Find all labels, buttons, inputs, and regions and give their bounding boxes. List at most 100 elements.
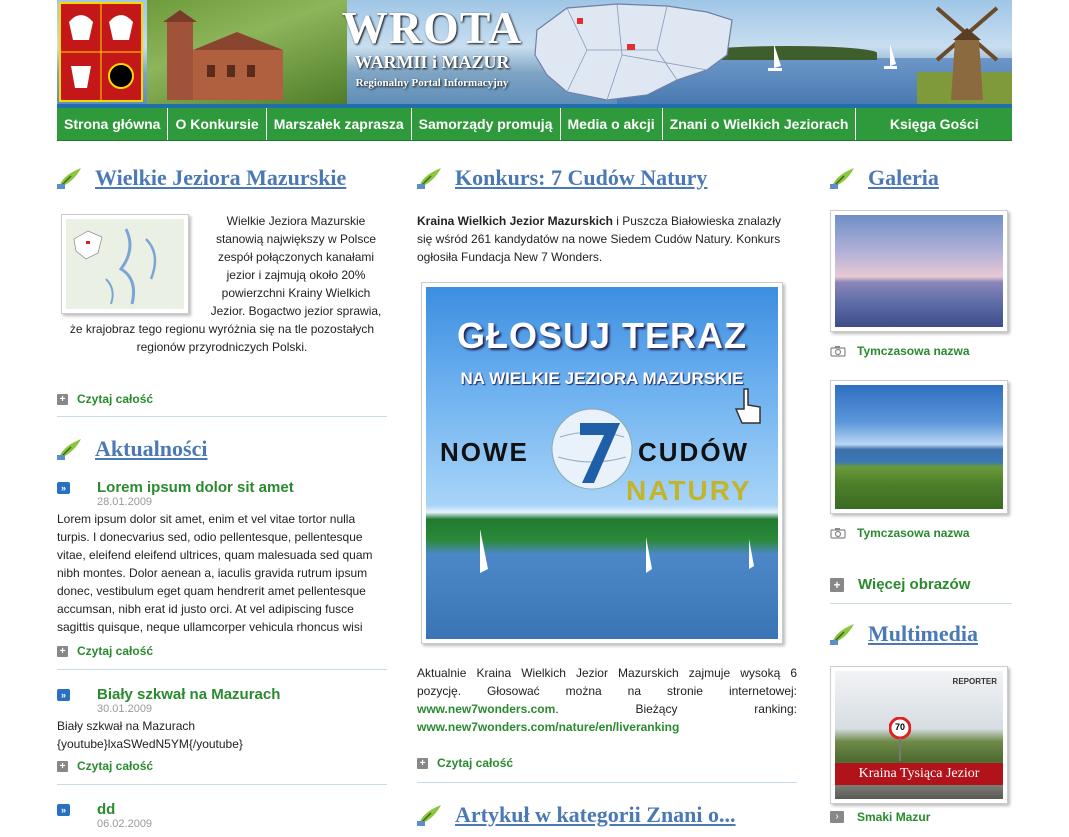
news-excerpt: Lorem ipsum dolor sit amet, enim et vel … [57,512,373,634]
left-column: Wielkie Jeziora Mazurskie Wielkie Jezior… [57,152,387,830]
ad-headline: GŁOSUJ TERAZ [456,315,747,356]
sailboat-icon [768,44,782,71]
arrow-bullet-icon: » [57,688,70,701]
news-item: » dd 06.02.2009 [57,801,387,830]
coat-of-arms [59,2,143,102]
castle-image [163,10,283,100]
plus-icon: + [57,645,68,657]
ad-word-right: CUDÓW [638,437,750,467]
sailboat-icon [480,529,488,573]
play-icon: › [830,811,844,823]
globe-7-icon [551,408,633,490]
feather-icon [57,168,81,189]
video-thumbnail[interactable]: REPORTER 70 Kraina Tysiąca Jezior [830,666,1008,804]
read-more-link[interactable]: + Czytaj całość [57,392,387,406]
contest-paragraph: Aktualnie Kraina Wielkich Jezior Mazursk… [417,666,797,734]
divider [57,784,387,785]
gallery-image [835,215,1003,327]
sailboat-icon [749,539,754,569]
nav-media[interactable]: Media o akcji [561,108,663,140]
video-caption: Kraina Tysiąca Jezior [835,763,1003,785]
right-column: Galeria Tymczasowa nazwa Tymczasowa nazw… [830,152,1012,824]
camera-icon [830,528,846,539]
read-more-link[interactable]: + Czytaj całość [417,756,797,770]
gallery-image [835,385,1003,509]
feather-icon [417,168,441,189]
section-title-article[interactable]: Artykuł w kategorii Znani o... [455,802,736,828]
plus-icon: + [57,393,68,405]
speed-sign-value: 70 [894,722,905,732]
windmill-icon [935,6,999,100]
plus-icon: + [57,760,68,772]
divider [57,416,387,417]
site-brand: WROTA WARMII i MAZUR Regionalny Portal I… [317,4,547,90]
feather-icon [417,805,441,826]
gallery-thumbnail[interactable] [830,380,1008,514]
center-column: Konkurs: 7 Cudów Natury Kraina Wielkich … [417,152,797,833]
news-date: 06.02.2009 [97,818,153,830]
region-map [534,3,733,101]
video-badge: REPORTER [952,677,997,686]
gallery-thumbnail[interactable] [830,210,1008,332]
news-title[interactable]: Lorem ipsum dolor sit amet [97,479,294,496]
brand-subtitle: WARMII i MAZUR [354,52,510,72]
news-title[interactable]: dd [97,801,115,818]
section-header: Galeria [830,160,1012,196]
vote-banner[interactable]: GŁOSUJ TERAZ NA WIELKIE JEZIORA MAZURSKI… [421,282,783,644]
liveranking-link[interactable]: www.new7wonders.com/nature/en/liverankin… [417,720,679,734]
feather-icon [830,624,854,645]
camera-icon [830,346,846,357]
gallery-caption[interactable]: Tymczasowa nazwa [830,526,1012,540]
site-banner: WROTA WARMII i MAZUR Regionalny Portal I… [57,0,1012,104]
section-header: Aktualności [57,431,387,467]
ad-word-left: NOWE [440,437,529,467]
section-header: Multimedia [830,616,1012,652]
video-still: REPORTER 70 Kraina Tysiąca Jezior [835,671,1003,799]
feather-icon [830,168,854,189]
section-title-news[interactable]: Aktualności [95,436,207,462]
news-date: 28.01.2009 [97,496,153,508]
news-item: » Biały szkwał na Mazurach 30.01.2009 Bi… [57,686,387,773]
news-excerpt: Biały szkwał na Mazurach {youtube}lxaSWe… [57,719,243,751]
ad-subline: NA WIELKIE JEZIORA MAZURSKIE [460,369,744,388]
news-title[interactable]: Biały szkwał na Mazurach [97,686,280,703]
news-date: 30.01.2009 [97,703,153,715]
nav-o-konkursie[interactable]: O Konkursie [168,108,267,140]
news-item: » Lorem ipsum dolor sit amet 28.01.2009 … [57,479,387,658]
section-header: Wielkie Jeziora Mazurskie [57,160,387,196]
lakes-intro: Wielkie Jeziora Mazurskie stanowią najwi… [57,212,387,380]
contest-intro: Kraina Wielkich Jezior Mazurskich i Pusz… [417,214,782,264]
news-title-row: » Biały szkwał na Mazurach [57,686,387,703]
brand-tagline: Regionalny Portal Informacyjny [355,77,509,89]
section-header: Konkurs: 7 Cudów Natury [417,160,797,196]
nav-znani[interactable]: Znani o Wielkich Jeziorach [663,108,857,140]
arrow-bullet-icon: » [57,481,70,494]
read-more-link[interactable]: + Czytaj całość [57,759,387,773]
nav-marszalek[interactable]: Marszałek zaprasza [267,108,412,140]
nav-ksiega-gosci[interactable]: Księga Gości [856,108,1012,140]
read-more-link[interactable]: + Czytaj całość [57,644,387,658]
lakes-text: Wielkie Jeziora Mazurskie stanowią najwi… [69,214,382,354]
brand-title: WROTA [341,2,523,53]
divider [417,782,797,783]
sailboat-icon [884,44,897,69]
news-title-row: » Lorem ipsum dolor sit amet [57,479,387,496]
section-title-gallery[interactable]: Galeria [868,165,939,191]
new7wonders-link[interactable]: www.new7wonders.com [417,702,555,716]
nav-strona-glowna[interactable]: Strona główna [57,108,169,140]
more-images-link[interactable]: + Więcej obrazów [830,576,1012,593]
ad-word-nature: NATURY [626,475,752,506]
section-title-contest[interactable]: Konkurs: 7 Cudów Natury [455,165,707,191]
plus-icon: + [417,757,428,769]
gallery-caption[interactable]: Tymczasowa nazwa [830,344,1012,358]
arrow-bullet-icon: » [57,803,70,816]
divider [57,669,387,670]
nav-samorzady[interactable]: Samorządy promują [412,108,561,140]
main-nav: Strona główna O Konkursie Marszałek zapr… [57,108,1012,141]
section-title-lakes[interactable]: Wielkie Jeziora Mazurskie [95,165,346,191]
hand-cursor-icon [734,388,761,424]
news-title-row: » dd [57,801,387,818]
video-link[interactable]: › Smaki Mazur [830,810,1012,824]
section-title-multimedia[interactable]: Multimedia [868,621,978,647]
section-header: Artykuł w kategorii Znani o... [417,797,797,833]
